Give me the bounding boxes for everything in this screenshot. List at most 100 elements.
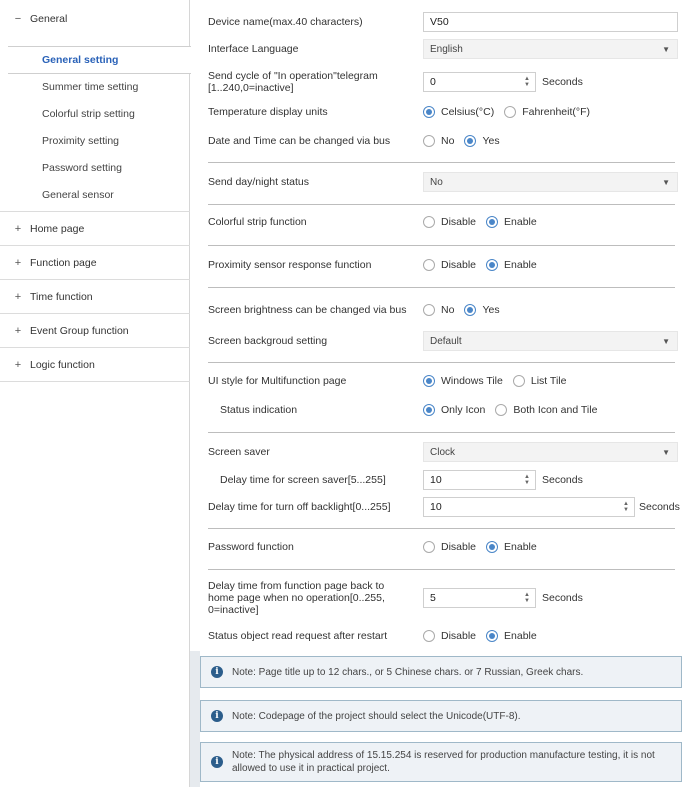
radio-dot[interactable] bbox=[423, 630, 435, 642]
background-select[interactable]: Default ▼ bbox=[423, 331, 678, 351]
tree-label: Time function bbox=[30, 290, 93, 303]
tree-label: Event Group function bbox=[30, 324, 129, 337]
radio-dot[interactable] bbox=[423, 375, 435, 387]
row-screen-saver: Screen saver Clock ▼ bbox=[208, 442, 683, 462]
collapse-icon[interactable]: − bbox=[8, 13, 28, 25]
sidebar-item-label: General setting bbox=[42, 54, 119, 66]
radio-no[interactable]: No bbox=[423, 135, 454, 147]
divider bbox=[208, 569, 675, 570]
sidebar-item-general-sensor[interactable]: General sensor bbox=[0, 182, 190, 208]
radio-dot[interactable] bbox=[495, 404, 508, 416]
radio-list-tile[interactable]: List Tile bbox=[512, 375, 566, 387]
backlight-delay-stepper[interactable]: 10 ▲ ▼ bbox=[423, 497, 635, 517]
radio-disable[interactable]: Disable bbox=[423, 541, 476, 553]
row-saver-delay: Delay time for screen saver[5...255] 10 … bbox=[208, 470, 683, 490]
device-name-input[interactable]: V50 bbox=[423, 12, 678, 32]
tree-label: Logic function bbox=[30, 358, 95, 371]
expand-icon[interactable]: + bbox=[8, 223, 28, 235]
radio-only-icon[interactable]: Only Icon bbox=[423, 404, 485, 416]
radio-dot[interactable] bbox=[512, 375, 525, 387]
expand-icon[interactable]: + bbox=[8, 325, 28, 337]
sidebar-item-label: Password setting bbox=[42, 162, 122, 174]
param-label: Interface Language bbox=[208, 43, 299, 55]
chevron-down-icon: ▼ bbox=[662, 177, 670, 187]
stepper-value: 10 bbox=[430, 501, 442, 513]
expand-icon[interactable]: + bbox=[8, 257, 28, 269]
divider bbox=[208, 362, 675, 363]
day-night-select[interactable]: No ▼ bbox=[423, 172, 678, 192]
radio-disable[interactable]: Disable bbox=[423, 259, 476, 271]
note-page-title: i Note: Page title up to 12 chars., or 5… bbox=[200, 656, 682, 688]
radio-fahrenheit[interactable]: Fahrenheit(°F) bbox=[504, 106, 590, 118]
tree-item-logic-function[interactable]: + Logic function bbox=[0, 348, 190, 382]
param-label: Send day/night status bbox=[208, 176, 309, 188]
sidebar-item-proximity[interactable]: Proximity setting bbox=[0, 128, 190, 154]
radio-label: Windows Tile bbox=[441, 375, 503, 387]
row-colorful-strip: Colorful strip function Disable Enable bbox=[208, 213, 683, 231]
tree-item-general[interactable]: − General bbox=[0, 4, 190, 34]
radio-dot[interactable] bbox=[423, 259, 435, 271]
radio-dot[interactable] bbox=[486, 541, 499, 553]
screen-saver-select[interactable]: Clock ▼ bbox=[423, 442, 678, 462]
tree-label: General bbox=[30, 13, 68, 25]
radio-enable[interactable]: Enable bbox=[486, 259, 537, 271]
spin-arrows-icon[interactable]: ▲ ▼ bbox=[524, 474, 530, 486]
param-label: Screen backgroud setting bbox=[208, 335, 328, 347]
tree-item-time-function[interactable]: + Time function bbox=[0, 280, 190, 314]
radio-label: Yes bbox=[482, 304, 500, 316]
radio-dot[interactable] bbox=[486, 630, 499, 642]
tree-item-event-group[interactable]: + Event Group function bbox=[0, 314, 190, 348]
radio-dot[interactable] bbox=[486, 259, 499, 271]
spin-arrows-icon[interactable]: ▲ ▼ bbox=[524, 76, 530, 88]
back-home-delay-stepper[interactable]: 5 ▲ ▼ bbox=[423, 588, 536, 608]
radio-dot[interactable] bbox=[423, 106, 435, 118]
saver-delay-stepper[interactable]: 10 ▲ ▼ bbox=[423, 470, 536, 490]
tree-item-home-page[interactable]: + Home page bbox=[0, 212, 190, 246]
radio-dot[interactable] bbox=[423, 541, 435, 553]
row-status-indication: Status indication Only Icon Both Icon an… bbox=[208, 401, 683, 419]
unit-label: Seconds bbox=[542, 592, 583, 604]
radio-dot[interactable] bbox=[423, 404, 435, 416]
radio-celsius[interactable]: Celsius(°C) bbox=[423, 106, 494, 118]
note-text: Note: Page title up to 12 chars., or 5 C… bbox=[232, 666, 584, 678]
spin-arrows-icon[interactable]: ▲ ▼ bbox=[623, 501, 629, 513]
interface-language-select[interactable]: English ▼ bbox=[423, 39, 678, 59]
radio-yes[interactable]: Yes bbox=[464, 304, 500, 316]
radio-yes[interactable]: Yes bbox=[464, 135, 500, 147]
param-label: Status indication bbox=[220, 404, 298, 416]
param-label: Delay time from function page back to ho… bbox=[208, 580, 385, 616]
radio-label: Enable bbox=[504, 259, 537, 271]
param-label: Screen brightness can be changed via bus bbox=[208, 304, 407, 316]
chevron-down-icon: ▼ bbox=[662, 447, 670, 457]
radio-dot[interactable] bbox=[504, 106, 517, 118]
spin-arrows-icon[interactable]: ▲ ▼ bbox=[524, 592, 530, 604]
row-day-night-status: Send day/night status No ▼ bbox=[208, 172, 683, 192]
radio-both-icon-tile[interactable]: Both Icon and Tile bbox=[495, 404, 597, 416]
radio-enable[interactable]: Enable bbox=[486, 216, 537, 228]
param-label: UI style for Multifunction page bbox=[208, 375, 347, 387]
expand-icon[interactable]: + bbox=[8, 291, 28, 303]
radio-enable[interactable]: Enable bbox=[486, 541, 537, 553]
radio-dot[interactable] bbox=[464, 304, 477, 316]
radio-windows-tile[interactable]: Windows Tile bbox=[423, 375, 503, 387]
param-label: Status object read request after restart bbox=[208, 630, 388, 642]
sidebar-item-password[interactable]: Password setting bbox=[0, 155, 190, 181]
radio-dot[interactable] bbox=[486, 216, 499, 228]
radio-no[interactable]: No bbox=[423, 304, 454, 316]
radio-dot[interactable] bbox=[423, 304, 435, 316]
sidebar-item-summer-time[interactable]: Summer time setting bbox=[0, 74, 190, 100]
radio-dot[interactable] bbox=[464, 135, 477, 147]
radio-disable[interactable]: Disable bbox=[423, 630, 476, 642]
send-cycle-stepper[interactable]: 0 ▲ ▼ bbox=[423, 72, 536, 92]
radio-dot[interactable] bbox=[423, 135, 435, 147]
radio-label: Disable bbox=[441, 630, 477, 642]
sidebar-item-general-setting[interactable]: General setting bbox=[8, 46, 191, 74]
radio-disable[interactable]: Disable bbox=[423, 216, 476, 228]
select-value: Clock bbox=[430, 446, 456, 458]
radio-dot[interactable] bbox=[423, 216, 435, 228]
expand-icon[interactable]: + bbox=[8, 359, 28, 371]
sidebar-item-colorful-strip[interactable]: Colorful strip setting bbox=[0, 101, 190, 127]
tree-item-function-page[interactable]: + Function page bbox=[0, 246, 190, 280]
row-ui-style: UI style for Multifunction page Windows … bbox=[208, 372, 683, 390]
radio-enable[interactable]: Enable bbox=[486, 630, 537, 642]
